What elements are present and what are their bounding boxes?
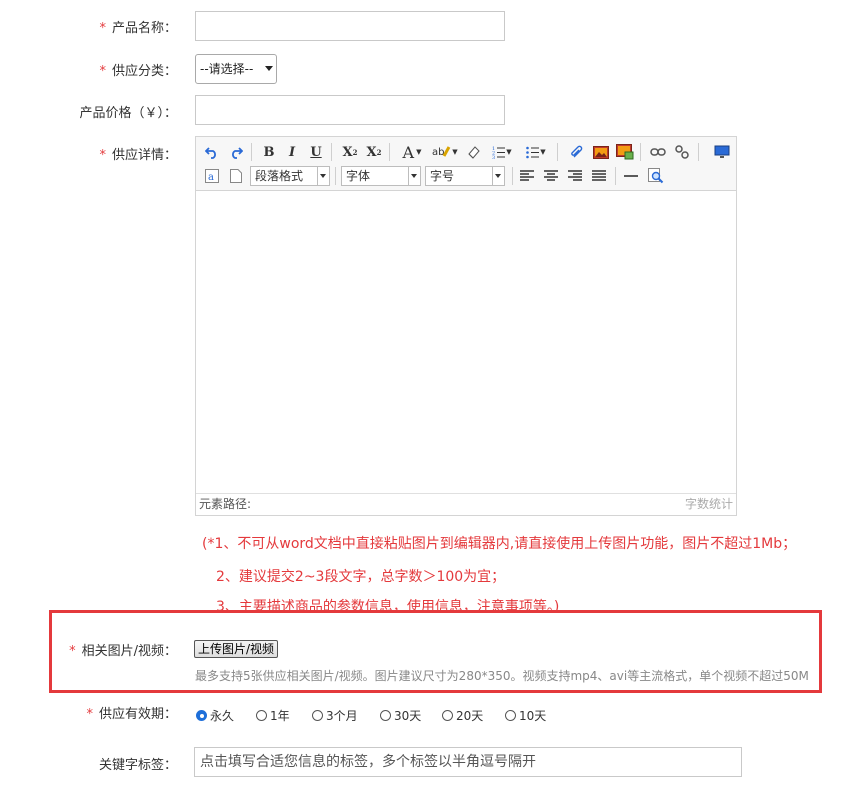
chevron-down-icon	[317, 167, 329, 185]
image-icon[interactable]	[591, 142, 611, 162]
upload-note: 最多支持5张供应相关图片/视频。图片建议尺寸为280*350。视频支持mp4、a…	[195, 669, 809, 683]
radio-icon[interactable]	[312, 710, 323, 721]
radio-icon[interactable]	[442, 710, 453, 721]
radio-icon[interactable]	[380, 710, 391, 721]
toolbar-divider	[389, 143, 390, 161]
rich-text-editor[interactable]: B I U X2 X2 A ▼ ab ▼ 1 2 3 ▼ ▼ a 段落格式 字体…	[195, 136, 737, 516]
unordered-list-icon[interactable]: ▼	[522, 142, 550, 162]
ordered-list-icon[interactable]: 1 2 3 ▼	[488, 142, 516, 162]
toolbar-divider	[557, 143, 558, 161]
supply-category-label: * 供应分类：	[99, 64, 177, 79]
radio-checked-icon[interactable]	[196, 710, 207, 721]
keywords-label: 关键字标签：	[98, 758, 177, 773]
upload-media-button[interactable]: 上传图片/视频	[194, 640, 279, 658]
unlink-icon[interactable]	[672, 142, 692, 162]
eraser-icon[interactable]	[464, 142, 484, 162]
paragraph-format-select[interactable]: 段落格式	[250, 166, 330, 186]
radio-icon[interactable]	[256, 710, 267, 721]
keywords-input[interactable]: 点击填写合适您信息的标签，多个标签以半角逗号隔开	[194, 747, 742, 777]
font-family-select[interactable]: 字体	[341, 166, 421, 186]
horizontal-rule-icon[interactable]	[621, 166, 641, 186]
redo-icon[interactable]	[226, 142, 246, 162]
product-name-label: * 产品名称：	[99, 21, 177, 36]
italic-icon[interactable]: I	[282, 142, 302, 162]
svg-text:ab: ab	[432, 147, 444, 158]
chevron-down-icon	[492, 167, 504, 185]
validity-option-forever[interactable]: 永久	[196, 707, 234, 724]
validity-option-30-days[interactable]: 30天	[380, 707, 421, 724]
media-label: * 相关图片/视频：	[69, 644, 177, 659]
font-color-icon[interactable]: A ▼	[398, 142, 426, 162]
font-size-select[interactable]: 字号	[425, 166, 505, 186]
keywords-placeholder: 点击填写合适您信息的标签，多个标签以半角逗号隔开	[200, 754, 536, 770]
validity-option-10-days[interactable]: 10天	[505, 707, 546, 724]
word-count-label: 字数统计	[684, 497, 733, 511]
radio-icon[interactable]	[505, 710, 516, 721]
validity-option-1-year[interactable]: 1年	[256, 707, 290, 724]
required-mark: *	[99, 148, 106, 163]
toolbar-divider	[512, 167, 513, 185]
align-right-icon[interactable]	[565, 166, 585, 186]
required-mark: *	[99, 21, 106, 36]
undo-icon[interactable]	[202, 142, 222, 162]
product-price-label: 产品价格（￥）：	[79, 106, 177, 121]
chevron-down-icon	[408, 167, 420, 185]
link-icon[interactable]	[648, 142, 668, 162]
validity-option-20-days[interactable]: 20天	[442, 707, 483, 724]
attachment-icon[interactable]	[567, 142, 587, 162]
validity-label: * 供应有效期：	[86, 707, 177, 722]
element-path-label: 元素路径:	[199, 497, 252, 511]
editor-toolbar: B I U X2 X2 A ▼ ab ▼ 1 2 3 ▼ ▼ a 段落格式 字体…	[196, 137, 736, 191]
product-name-input[interactable]	[195, 11, 505, 41]
search-replace-icon[interactable]	[646, 166, 666, 186]
align-center-icon[interactable]	[541, 166, 561, 186]
supply-category-value: --请选择--	[200, 62, 254, 76]
preview-icon[interactable]	[712, 142, 732, 162]
required-mark: *	[69, 644, 76, 659]
editor-hint-line-2: 2、建议提交2~3段文字，总字数＞100为宜；	[216, 569, 506, 585]
product-price-input[interactable]	[195, 95, 505, 125]
supply-detail-label: * 供应详情：	[99, 148, 177, 163]
toolbar-divider	[335, 167, 336, 185]
template-icon[interactable]: a	[202, 166, 222, 186]
page-icon[interactable]	[226, 166, 246, 186]
svg-text:a: a	[208, 172, 214, 183]
bold-icon[interactable]: B	[259, 142, 279, 162]
toolbar-divider	[640, 143, 641, 161]
required-mark: *	[86, 707, 93, 722]
editor-hint-line-1: (*1、不可从word文档中直接粘贴图片到编辑器内,请直接使用上传图片功能，图片…	[202, 536, 797, 552]
toolbar-divider	[251, 143, 252, 161]
align-justify-icon[interactable]	[589, 166, 609, 186]
chevron-down-icon	[265, 66, 273, 71]
svg-text:3: 3	[492, 155, 495, 159]
align-left-icon[interactable]	[517, 166, 537, 186]
subscript-icon[interactable]: X2	[364, 142, 384, 162]
supply-category-select[interactable]: --请选择--	[195, 54, 277, 84]
toolbar-divider	[615, 167, 616, 185]
multi-image-icon[interactable]	[615, 142, 635, 162]
required-mark: *	[99, 64, 106, 79]
editor-statusbar: 元素路径: 字数统计	[196, 493, 736, 515]
highlight-color-icon[interactable]: ab ▼	[430, 142, 460, 162]
validity-option-3-months[interactable]: 3个月	[312, 707, 358, 724]
toolbar-divider	[698, 143, 699, 161]
superscript-icon[interactable]: X2	[340, 142, 360, 162]
underline-icon[interactable]: U	[306, 142, 326, 162]
toolbar-divider	[331, 143, 332, 161]
